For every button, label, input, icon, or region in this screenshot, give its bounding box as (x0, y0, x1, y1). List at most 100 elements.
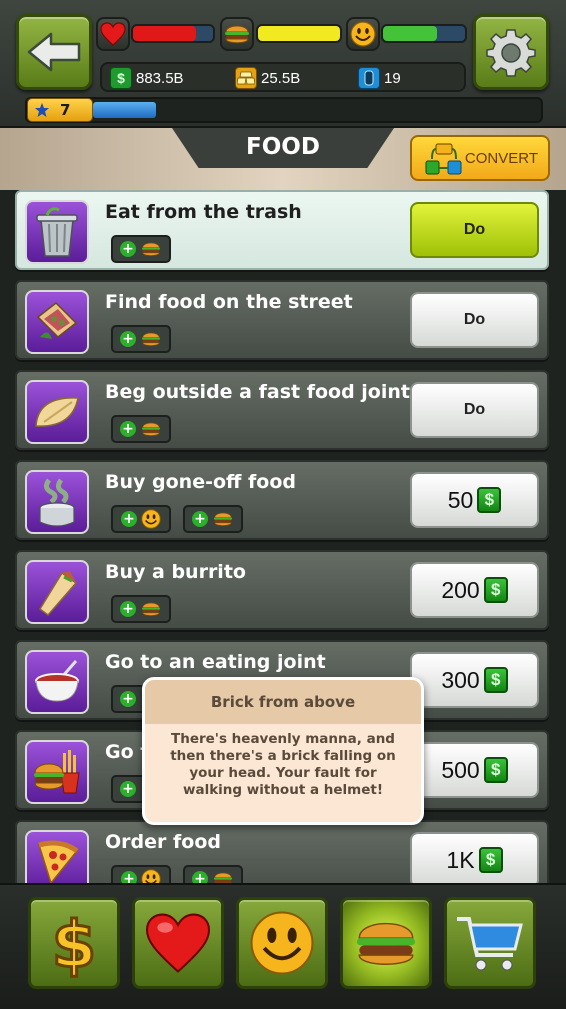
reward-list: + + (111, 505, 243, 533)
token-counter: 19 (358, 66, 401, 90)
smiley-icon (250, 911, 314, 975)
health-bar-fill (133, 26, 197, 41)
food-reward-badge: + (111, 415, 171, 443)
token-icon (358, 67, 380, 89)
mood-reward-badge: + (111, 865, 171, 883)
plus-icon: + (120, 241, 136, 257)
back-button[interactable] (16, 14, 92, 90)
convert-button[interactable]: CONVERT (410, 135, 550, 181)
dollar-icon: $ (110, 67, 132, 89)
price-label: 1K (446, 846, 475, 873)
gold-counter: 25.5B (235, 66, 300, 90)
nav-shop-button[interactable] (444, 897, 536, 989)
token-value: 19 (384, 69, 401, 87)
item-label: Beg outside a fast food joint (105, 381, 410, 403)
food-reward-badge: + (183, 505, 243, 533)
list-item-buy-gone-off-food: Buy gone-off food + + 50 $ (15, 460, 549, 540)
buy-button[interactable]: 500 $ (410, 742, 539, 798)
heart-icon (100, 22, 126, 46)
plus-icon: + (121, 511, 137, 527)
popup-title: Brick from above (145, 680, 421, 724)
gold-value: 25.5B (261, 69, 301, 87)
cash-icon: $ (478, 847, 503, 873)
event-popup[interactable]: Brick from above There's heavenly manna,… (142, 677, 424, 825)
food-reward-badge: + (111, 595, 171, 623)
nav-mood-button[interactable] (236, 897, 328, 989)
item-label: Find food on the street (105, 291, 353, 313)
nav-money-button[interactable]: $ (28, 897, 120, 989)
food-reward-badge: + (183, 865, 243, 883)
buy-button[interactable]: 200 $ (410, 562, 539, 618)
price-label: 500 (441, 756, 480, 783)
reward-list: + (111, 235, 171, 263)
pizza-slice-icon (25, 830, 89, 883)
resource-bar: $ 883.5B 25.5B 19 (100, 62, 466, 92)
cash-icon: $ (483, 757, 508, 783)
reward-list: + (111, 595, 171, 623)
health-bar (131, 24, 215, 43)
burger-icon (214, 872, 232, 883)
list-item-find-food-on-street: Find food on the street + Do (15, 280, 549, 360)
list-item-order-food: Order food + + 1K $ (15, 820, 549, 883)
convert-label: CONVERT (464, 149, 538, 167)
buy-button[interactable]: 1K $ (410, 832, 539, 883)
item-label: Order food (105, 831, 221, 853)
burger-icon (214, 512, 232, 526)
money-counter: $ 883.5B (110, 66, 184, 90)
do-button[interactable]: Do (410, 382, 539, 438)
sandwich-icon (25, 290, 89, 354)
cash-icon: $ (483, 577, 508, 603)
burger-icon (142, 422, 160, 436)
mood-bar (381, 24, 467, 43)
list-item-buy-burrito: Buy a burrito + 200 $ (15, 550, 549, 630)
mood-reward-badge: + (111, 505, 171, 533)
mood-bar-fill (383, 26, 438, 41)
burger-fries-icon (25, 740, 89, 804)
top-bar: $ 883.5B 25.5B 19 7 (0, 0, 566, 128)
do-button-label: Do (463, 221, 486, 238)
price-label: 50 (447, 486, 474, 513)
nav-food-button[interactable] (340, 897, 432, 989)
page-title: FOOD (246, 134, 320, 160)
gear-icon (486, 29, 536, 77)
title-tab: FOOD (172, 128, 394, 168)
convert-icon (425, 143, 462, 175)
shopping-cart-icon (457, 917, 523, 971)
buy-button[interactable]: 50 $ (410, 472, 539, 528)
food-bar (256, 24, 342, 43)
pasty-icon (25, 380, 89, 444)
food-stat-icon (220, 17, 254, 51)
level-value: 7 (60, 101, 71, 119)
burrito-icon (25, 560, 89, 624)
buy-button[interactable]: 300 $ (410, 652, 539, 708)
item-label: Eat from the trash (105, 201, 302, 223)
smiley-icon (141, 869, 161, 883)
bottom-nav: $ (0, 883, 566, 1009)
nav-health-button[interactable] (132, 897, 224, 989)
settings-button[interactable] (473, 14, 549, 90)
popup-message: There's heavenly manna, and then there's… (170, 731, 396, 798)
trash-can-icon (25, 200, 89, 264)
svg-text:$: $ (52, 909, 97, 981)
level-progress-bar: 7 (25, 97, 543, 123)
item-label: Go to an eating joint (105, 651, 326, 673)
gold-bars-icon (235, 67, 257, 89)
food-reward-badge: + (111, 235, 171, 263)
plus-icon: + (120, 421, 136, 437)
burger-icon (142, 602, 160, 616)
dollar-sign-icon: $ (50, 908, 98, 982)
heart-icon (145, 913, 211, 973)
do-button[interactable]: Do (410, 202, 539, 258)
plus-icon: + (192, 511, 208, 527)
back-arrow-icon (27, 32, 81, 72)
plus-icon: + (120, 331, 136, 347)
plus-icon: + (120, 781, 136, 797)
cash-icon: $ (483, 667, 508, 693)
price-label: 300 (441, 666, 480, 693)
plus-icon: + (192, 871, 208, 883)
list-item-eat-from-trash: Eat from the trash + Do (15, 190, 549, 270)
do-button-label: Do (463, 401, 486, 418)
mood-stat-icon (346, 17, 380, 51)
reward-list: + + (111, 865, 243, 883)
do-button[interactable]: Do (410, 292, 539, 348)
